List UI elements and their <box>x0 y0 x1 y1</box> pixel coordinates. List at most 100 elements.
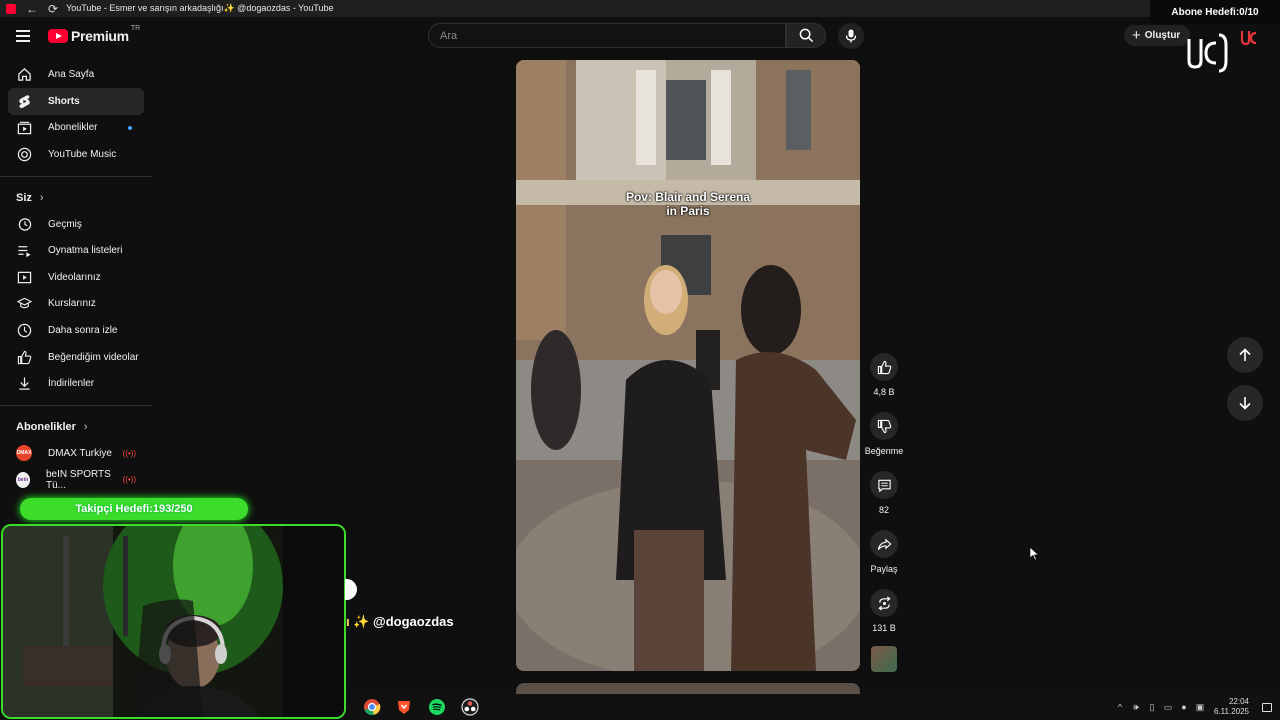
remix-button[interactable] <box>870 589 898 617</box>
dislike-button[interactable] <box>870 412 898 440</box>
like-count: 4,8 B <box>873 387 895 397</box>
dislike-action: Beğenme <box>864 412 904 461</box>
remix-icon <box>877 595 891 611</box>
sidebar-section-subscriptions[interactable]: Abonelikler › <box>0 414 160 440</box>
sidebar-item-watch-later[interactable]: Daha sonra izle <box>8 317 144 344</box>
shorts-video-player[interactable]: Pov: Blair and Serena in Paris <box>516 60 860 671</box>
live-icon: ((•)) <box>122 475 136 485</box>
search-input[interactable] <box>429 24 785 47</box>
share-icon <box>877 538 891 550</box>
share-action: Paylaş <box>864 530 904 579</box>
battery-icon[interactable]: ▭ <box>1163 702 1173 712</box>
volume-icon[interactable]: 🕪 <box>1131 702 1141 712</box>
create-button[interactable]: + Oluştur <box>1124 25 1191 46</box>
spotify-icon[interactable] <box>428 698 446 716</box>
mouse-cursor-icon <box>1030 547 1040 561</box>
reload-icon[interactable]: ⟳ <box>48 2 58 16</box>
shorts-icon <box>16 93 32 109</box>
brave-icon[interactable] <box>395 698 413 716</box>
like-button[interactable] <box>870 353 898 381</box>
system-tray: ^ 🕪 ▯ ▭ ● ▣ 22:04 6.11.2025 <box>1112 694 1280 720</box>
search-button[interactable] <box>786 23 826 48</box>
webcam-frame <box>3 526 344 717</box>
youtube-premium-logo[interactable]: Premium TR <box>48 25 140 44</box>
home-icon <box>16 67 32 83</box>
microphone-icon <box>845 29 857 43</box>
sidebar-item-liked-videos[interactable]: Beğendiğim videolar <box>8 344 144 371</box>
channel-avatar: bein <box>16 471 30 488</box>
thumbs-down-icon <box>877 419 891 433</box>
webcam-overlay <box>1 524 346 719</box>
share-label: Paylaş <box>870 564 898 574</box>
back-icon[interactable]: ← <box>26 2 38 16</box>
like-action: 4,8 B <box>864 353 904 402</box>
sidebar-item-youtube-music[interactable]: YouTube Music <box>8 141 144 168</box>
sidebar-divider <box>0 405 152 407</box>
sound-thumbnail[interactable] <box>871 646 897 672</box>
streamer-logo-icon <box>1187 33 1228 73</box>
sidebar-item-shorts[interactable]: Shorts <box>8 88 144 115</box>
comment-count: 82 <box>878 505 889 515</box>
liked-icon <box>16 349 32 365</box>
obs-icon[interactable] <box>461 698 479 716</box>
comments-action: 82 <box>864 471 904 520</box>
previous-short-button[interactable] <box>1227 337 1263 373</box>
shorts-actions: 4,8 B Beğenme 82 Paylaş 131 B <box>864 353 904 648</box>
sidebar-item-subscriptions[interactable]: Abonelikler <box>8 115 144 142</box>
mic-tray-icon[interactable]: ● <box>1179 702 1189 712</box>
watch-later-icon <box>16 323 32 339</box>
youtube-logo-icon <box>48 29 68 43</box>
remix-count: 131 B <box>872 623 896 633</box>
search-icon <box>799 28 813 43</box>
sidebar-item-downloads[interactable]: İndirilenler <box>8 370 144 397</box>
usb-icon[interactable]: ▯ <box>1147 702 1157 712</box>
takipci-goal-overlay: Takipçi Hedefi:193/250 <box>20 498 248 520</box>
remix-action: 131 B <box>864 589 904 638</box>
notifications-icon[interactable] <box>1262 702 1272 712</box>
new-content-dot <box>128 125 132 130</box>
channel-avatar: DMAX <box>16 445 32 462</box>
chevron-right-icon: › <box>39 191 44 204</box>
comments-button[interactable] <box>870 471 898 499</box>
sparkle-icon: ı ✨ <box>346 614 370 629</box>
chrome-icon[interactable] <box>363 698 381 716</box>
clock[interactable]: 22:04 6.11.2025 <box>1214 697 1249 717</box>
video-channel-label[interactable]: ı ✨ @dogaozdas <box>346 614 454 630</box>
download-icon <box>16 376 32 392</box>
network-icon[interactable]: ▣ <box>1195 702 1205 712</box>
arrow-down-icon <box>1239 397 1251 410</box>
comment-icon <box>877 479 891 492</box>
sidebar-item-home[interactable]: Ana Sayfa <box>8 62 144 89</box>
live-icon: ((•)) <box>122 448 136 458</box>
chevron-up-icon[interactable]: ^ <box>1115 702 1125 712</box>
playlist-icon <box>16 243 32 259</box>
account-avatar-icon[interactable] <box>1240 28 1258 46</box>
video-frame <box>516 60 860 671</box>
chevron-right-icon: › <box>83 421 88 434</box>
your-videos-icon <box>16 269 32 285</box>
plus-icon: + <box>1132 27 1141 44</box>
masthead: Premium TR + Oluştur <box>0 17 1280 57</box>
share-button[interactable] <box>870 530 898 558</box>
sidebar-section-you[interactable]: Siz › <box>0 185 160 211</box>
window-title: YouTube - Esmer ve sarışın arkadaşlığı✨ … <box>66 3 334 13</box>
history-icon <box>16 216 32 232</box>
browser-title-bar: ← ⟳ YouTube - Esmer ve sarışın arkadaşlı… <box>0 0 1280 17</box>
sidebar-item-history[interactable]: Geçmiş <box>8 211 144 238</box>
voice-search-button[interactable] <box>838 23 864 49</box>
windows-taskbar: ^ 🕪 ▯ ▭ ● ▣ 22:04 6.11.2025 <box>346 694 1280 720</box>
search-box <box>428 23 786 48</box>
sidebar-item-channel-bein[interactable]: bein beIN SPORTS Tü... ((•)) <box>8 467 144 494</box>
youtube-favicon-icon <box>6 3 16 14</box>
sidebar-divider <box>0 175 152 177</box>
video-caption: Pov: Blair and Serena in Paris <box>625 190 751 218</box>
thumbs-up-icon <box>877 360 891 374</box>
sidebar-item-courses[interactable]: Kurslarınız <box>8 291 144 318</box>
sidebar-item-playlists[interactable]: Oynatma listeleri <box>8 237 144 264</box>
sidebar-item-channel-dmax[interactable]: DMAX DMAX Turkiye ((•)) <box>8 440 144 467</box>
sidebar: Ana Sayfa Shorts Abonelikler YouTube Mus… <box>0 57 160 493</box>
menu-icon[interactable] <box>16 30 30 42</box>
channel-avatar-partial <box>345 579 357 600</box>
next-short-button[interactable] <box>1227 385 1263 421</box>
sidebar-item-your-videos[interactable]: Videolarınız <box>8 264 144 291</box>
